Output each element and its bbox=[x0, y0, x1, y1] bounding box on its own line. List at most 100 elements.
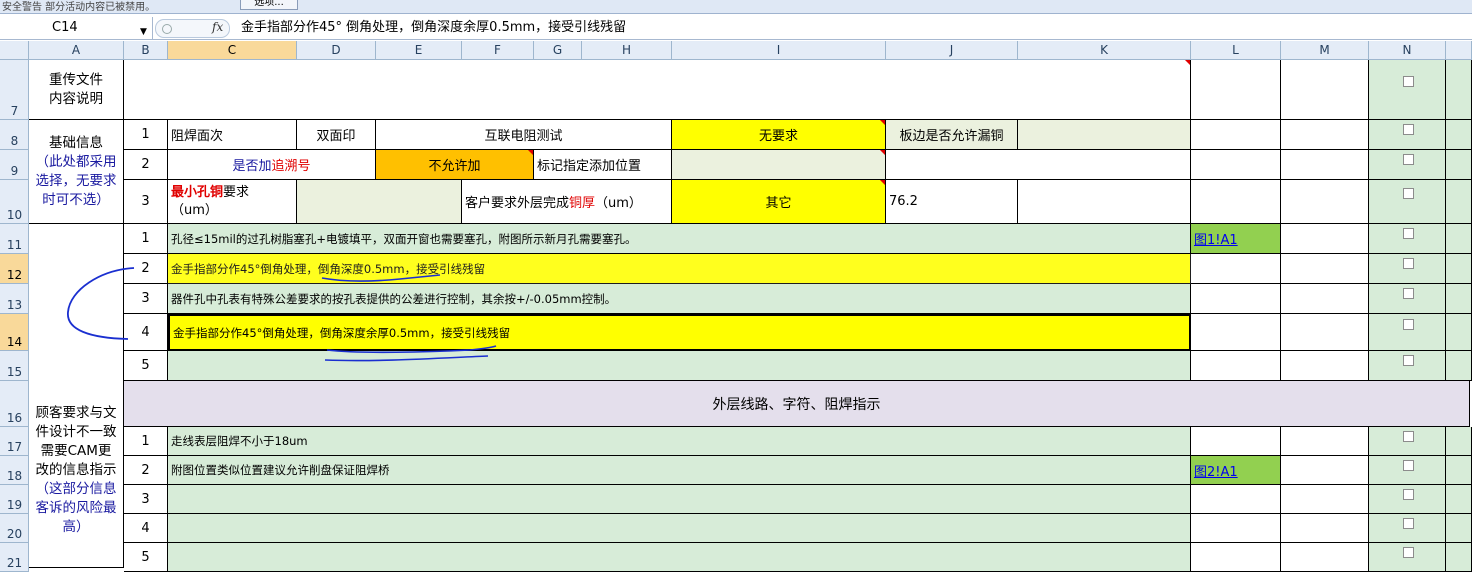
options-button[interactable]: 选项... bbox=[240, 0, 298, 10]
column-header-f[interactable]: F bbox=[462, 41, 534, 60]
cell-n[interactable] bbox=[1369, 254, 1446, 284]
insert-function[interactable]: fx bbox=[155, 19, 230, 38]
column-header-c[interactable]: C bbox=[168, 41, 297, 60]
cell-l20[interactable] bbox=[1191, 514, 1281, 543]
checkbox[interactable] bbox=[1403, 460, 1414, 471]
cell-m[interactable] bbox=[1281, 150, 1369, 180]
cell-n[interactable] bbox=[1369, 150, 1446, 180]
checkbox[interactable] bbox=[1403, 124, 1414, 135]
cell-n[interactable] bbox=[1369, 456, 1446, 485]
cell-b14[interactable]: 4 bbox=[124, 314, 168, 351]
cell-l7[interactable] bbox=[1191, 60, 1281, 120]
checkbox[interactable] bbox=[1403, 288, 1414, 299]
cell-o[interactable] bbox=[1446, 180, 1472, 224]
cell-l13[interactable] bbox=[1191, 284, 1281, 314]
chevron-down-icon[interactable]: ▼ bbox=[140, 21, 147, 43]
cell-m[interactable] bbox=[1281, 456, 1369, 485]
cell-b12[interactable]: 2 bbox=[124, 254, 168, 284]
cell-b13[interactable]: 3 bbox=[124, 284, 168, 314]
cell-o[interactable] bbox=[1446, 224, 1472, 254]
cell-b15[interactable]: 5 bbox=[124, 351, 168, 381]
column-header-j[interactable]: J bbox=[886, 41, 1018, 60]
cell-b18[interactable]: 2 bbox=[124, 456, 168, 485]
cell-b20[interactable]: 4 bbox=[124, 514, 168, 543]
row-header-14[interactable]: 14 bbox=[0, 314, 29, 351]
cell-c15[interactable] bbox=[168, 351, 1191, 381]
cell-m[interactable] bbox=[1281, 224, 1369, 254]
cell-e8-h8[interactable]: 互联电阻测试 bbox=[376, 120, 672, 150]
cell-b8[interactable]: 1 bbox=[124, 120, 168, 150]
cell-b19[interactable]: 3 bbox=[124, 485, 168, 514]
cell-b11[interactable]: 1 bbox=[124, 224, 168, 254]
cell-e9-f9[interactable]: 不允许加 bbox=[376, 150, 534, 180]
cell-n[interactable] bbox=[1369, 224, 1446, 254]
cell-n[interactable] bbox=[1369, 120, 1446, 150]
cell-n[interactable] bbox=[1369, 485, 1446, 514]
figure-2-link[interactable]: 图2!A1 bbox=[1194, 461, 1238, 480]
cell-l14[interactable] bbox=[1191, 314, 1281, 351]
row-header-12[interactable]: 12 bbox=[0, 254, 29, 284]
cell-l15[interactable] bbox=[1191, 351, 1281, 381]
checkbox[interactable] bbox=[1403, 355, 1414, 366]
column-header-l[interactable]: L bbox=[1191, 41, 1281, 60]
cell-o[interactable] bbox=[1446, 514, 1472, 543]
cell-o[interactable] bbox=[1446, 485, 1472, 514]
row-header-8[interactable]: 8 bbox=[0, 120, 29, 150]
cell-o[interactable] bbox=[1446, 427, 1472, 456]
checkbox[interactable] bbox=[1403, 154, 1414, 165]
name-box[interactable]: C14 ▼ bbox=[0, 17, 153, 39]
cell-n[interactable] bbox=[1369, 284, 1446, 314]
cell-j9-k9[interactable] bbox=[886, 150, 1191, 180]
cell-d10[interactable] bbox=[297, 180, 462, 224]
cell-k8[interactable] bbox=[1018, 120, 1191, 150]
cell-o[interactable] bbox=[1446, 314, 1472, 351]
cell-l12[interactable] bbox=[1191, 254, 1281, 284]
function-icon[interactable]: fx bbox=[212, 20, 223, 34]
formula-input[interactable]: 金手指部分作45° 倒角处理，倒角深度余厚0.5mm，接受引线残留 bbox=[241, 17, 626, 39]
checkbox[interactable] bbox=[1403, 518, 1414, 529]
column-header-i[interactable]: I bbox=[672, 41, 886, 60]
row-header-10[interactable]: 10 bbox=[0, 180, 29, 224]
cell-g10-h10[interactable]: 客户要求外层完成 铜厚 （um） bbox=[462, 180, 672, 224]
cell-b7-k7[interactable] bbox=[124, 60, 1191, 120]
cell-n[interactable] bbox=[1369, 427, 1446, 456]
row-header-19[interactable]: 19 bbox=[0, 485, 29, 514]
cell-o[interactable] bbox=[1446, 284, 1472, 314]
cell-m[interactable] bbox=[1281, 180, 1369, 224]
cell-n[interactable] bbox=[1369, 314, 1446, 351]
cell-m[interactable] bbox=[1281, 254, 1369, 284]
select-all-corner[interactable] bbox=[0, 41, 29, 60]
cell-o[interactable] bbox=[1446, 120, 1472, 150]
cell-b9[interactable]: 2 bbox=[124, 150, 168, 180]
cell-a11-customer-requirements[interactable]: 顾客要求与文 件设计不一致 需要CAM更 改的信息指示 （这部分信息 客诉的风险… bbox=[29, 224, 124, 568]
cell-g9-h9[interactable]: 标记指定添加位置 bbox=[534, 150, 672, 180]
row-header-20[interactable]: 20 bbox=[0, 514, 29, 543]
cell-l19[interactable] bbox=[1191, 485, 1281, 514]
cell-l10[interactable] bbox=[1191, 180, 1281, 224]
cell-a8-basic-info[interactable]: 基础信息 （此处都采用 选择，无要求 时可不选） bbox=[29, 120, 124, 224]
cell-c11[interactable]: 孔径≤15mil的过孔树脂塞孔+电镀填平，双面开窗也需要塞孔，附图所示新月孔需要… bbox=[168, 224, 1191, 254]
cell-m[interactable] bbox=[1281, 485, 1369, 514]
cell-m[interactable] bbox=[1281, 314, 1369, 351]
cell-o[interactable] bbox=[1446, 456, 1472, 485]
cell-l18-link[interactable]: 图2!A1 bbox=[1191, 456, 1281, 485]
cell-m[interactable] bbox=[1281, 284, 1369, 314]
cell-c20[interactable] bbox=[168, 514, 1191, 543]
row-header-15[interactable]: 15 bbox=[0, 351, 29, 381]
column-header-a[interactable]: A bbox=[29, 41, 124, 60]
cell-l17[interactable] bbox=[1191, 427, 1281, 456]
row-header-7[interactable]: 7 bbox=[0, 60, 29, 120]
cell-i8[interactable]: 无要求 bbox=[672, 120, 886, 150]
checkbox[interactable] bbox=[1403, 76, 1414, 87]
cell-j8[interactable]: 板边是否允许漏铜 bbox=[886, 120, 1018, 150]
column-header-n[interactable]: N bbox=[1369, 41, 1446, 60]
column-header-h[interactable]: H bbox=[582, 41, 672, 60]
cell-o[interactable] bbox=[1446, 60, 1472, 120]
cell-l11-link[interactable]: 图1!A1 bbox=[1191, 224, 1281, 254]
cell-k10[interactable] bbox=[1018, 180, 1191, 224]
row-header-9[interactable]: 9 bbox=[0, 150, 29, 180]
column-header-g[interactable]: G bbox=[534, 41, 582, 60]
section-header-outer-layer[interactable]: 外层线路、字符、阻焊指示 bbox=[124, 381, 1470, 427]
row-header-17[interactable]: 17 bbox=[0, 427, 29, 456]
cell-c19[interactable] bbox=[168, 485, 1191, 514]
